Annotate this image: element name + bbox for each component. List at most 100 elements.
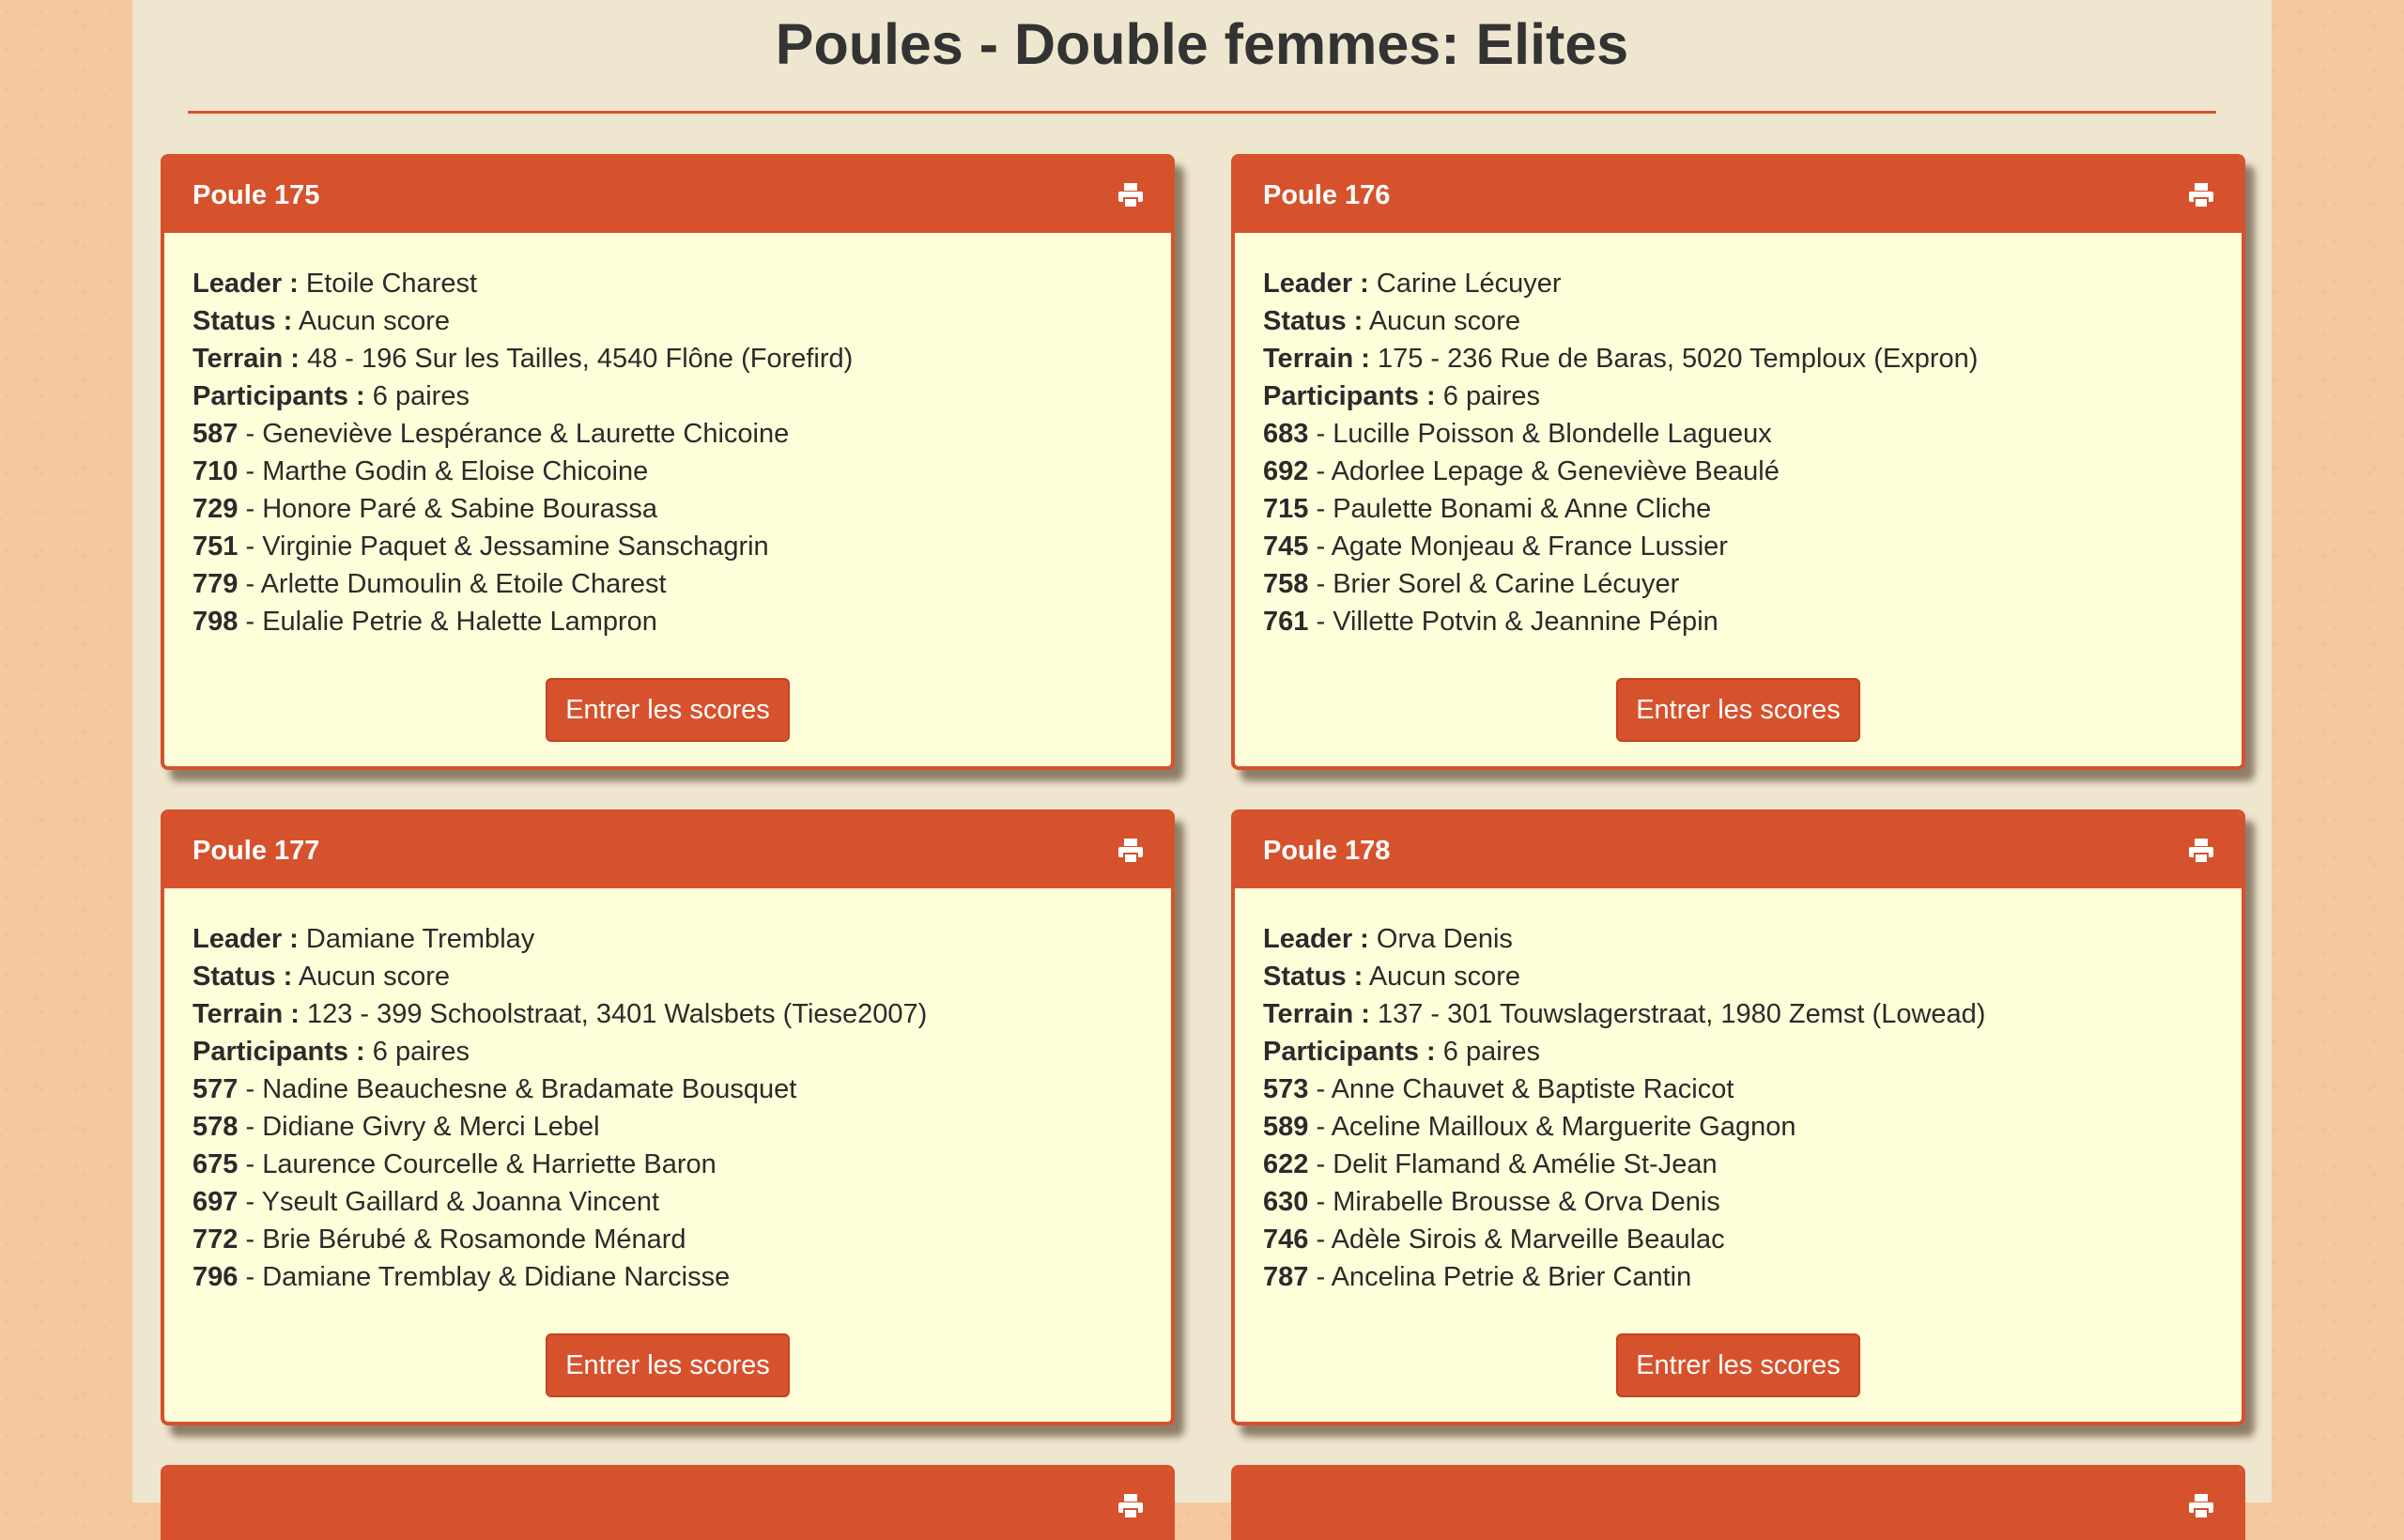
pair-item: 710 - Marthe Godin & Eloise Chicoine bbox=[193, 453, 1171, 490]
status-value: Aucun score bbox=[298, 962, 451, 992]
pair-item: 746 - Adèle Sirois & Marveille Beaulac bbox=[1263, 1221, 2242, 1258]
pair-number: 683 bbox=[1263, 419, 1309, 449]
pair-separator: - bbox=[245, 1187, 255, 1217]
leader-label: Leader : bbox=[1263, 924, 1369, 954]
enter-scores-button[interactable]: Entrer les scores bbox=[546, 1333, 790, 1397]
pair-number: 729 bbox=[193, 494, 239, 524]
terrain-value: 175 - 236 Rue de Baras, 5020 Temploux (E… bbox=[1377, 344, 1979, 374]
pair-item: 578 - Didiane Givry & Merci Lebel bbox=[193, 1108, 1171, 1146]
leader-row: Leader : Damiane Tremblay bbox=[193, 920, 1171, 958]
pair-names: Brier Sorel & Carine Lécuyer bbox=[1333, 569, 1680, 599]
pair-number: 622 bbox=[1263, 1149, 1309, 1179]
pair-number: 692 bbox=[1263, 456, 1309, 486]
poule-card-body: Leader : Etoile Charest Status : Aucun s… bbox=[164, 233, 1171, 640]
pair-item: 587 - Geneviève Lespérance & Laurette Ch… bbox=[193, 415, 1171, 453]
pair-separator: - bbox=[1316, 456, 1326, 486]
pair-number: 573 bbox=[1263, 1074, 1309, 1104]
pair-separator: - bbox=[245, 494, 255, 524]
pair-names: Mirabelle Brousse & Orva Denis bbox=[1333, 1187, 1720, 1217]
participants-value: 6 paires bbox=[372, 1037, 470, 1067]
pair-separator: - bbox=[1316, 1112, 1326, 1142]
terrain-value: 48 - 196 Sur les Tailles, 4540 Flône (Fo… bbox=[306, 344, 854, 374]
print-icon[interactable] bbox=[1117, 1492, 1145, 1520]
pair-separator: - bbox=[1316, 1074, 1326, 1104]
pair-item: 745 - Agate Monjeau & France Lussier bbox=[1263, 528, 2242, 565]
status-value: Aucun score bbox=[1368, 306, 1521, 336]
leader-label: Leader : bbox=[1263, 269, 1369, 299]
pair-names: Adorlee Lepage & Geneviève Beaulé bbox=[1331, 456, 1780, 486]
pair-number: 779 bbox=[193, 569, 239, 599]
terrain-row: Terrain : 137 - 301 Touwslagerstraat, 19… bbox=[1263, 995, 2242, 1033]
enter-scores-button[interactable]: Entrer les scores bbox=[1616, 678, 1860, 742]
pair-item: 577 - Nadine Beauchesne & Bradamate Bous… bbox=[193, 1070, 1171, 1108]
poule-card: Poule 176 Leader : Carine Lécuyer Status… bbox=[1231, 154, 2245, 770]
page-title: Poules - Double femmes: Elites bbox=[775, 12, 1629, 76]
poule-card-header: Poule 175 bbox=[164, 158, 1171, 233]
title-divider bbox=[188, 111, 2216, 114]
enter-scores-button[interactable]: Entrer les scores bbox=[546, 678, 790, 742]
pair-separator: - bbox=[1316, 569, 1326, 599]
pair-separator: - bbox=[1316, 419, 1326, 449]
leader-row: Leader : Carine Lécuyer bbox=[1263, 265, 2242, 302]
pair-number: 787 bbox=[1263, 1262, 1309, 1292]
poule-card-body: Leader : Orva Denis Status : Aucun score… bbox=[1235, 888, 2242, 1296]
leader-label: Leader : bbox=[193, 924, 299, 954]
status-value: Aucun score bbox=[1368, 962, 1521, 992]
pair-number: 578 bbox=[193, 1112, 239, 1142]
participants-value: 6 paires bbox=[1442, 381, 1540, 411]
enter-scores-button[interactable]: Entrer les scores bbox=[1616, 1333, 1860, 1397]
pair-names: Aceline Mailloux & Marguerite Gagnon bbox=[1331, 1112, 1796, 1142]
status-value: Aucun score bbox=[298, 306, 451, 336]
participants-row: Participants : 6 paires bbox=[193, 377, 1171, 415]
pair-item: 761 - Villette Potvin & Jeannine Pépin bbox=[1263, 603, 2242, 640]
pair-separator: - bbox=[245, 531, 255, 562]
pair-names: Geneviève Lespérance & Laurette Chicoine bbox=[262, 419, 790, 449]
page-container: Poules - Double femmes: Elites Poule 175… bbox=[132, 0, 2272, 1540]
terrain-row: Terrain : 48 - 196 Sur les Tailles, 4540… bbox=[193, 340, 1171, 377]
pair-item: 630 - Mirabelle Brousse & Orva Denis bbox=[1263, 1183, 2242, 1221]
print-icon[interactable] bbox=[1117, 837, 1145, 865]
print-icon[interactable] bbox=[1117, 181, 1145, 209]
pair-number: 798 bbox=[193, 607, 239, 637]
print-icon[interactable] bbox=[2187, 837, 2215, 865]
pair-item: 751 - Virginie Paquet & Jessamine Sansch… bbox=[193, 528, 1171, 565]
pair-number: 697 bbox=[193, 1187, 239, 1217]
pair-number: 675 bbox=[193, 1149, 239, 1179]
pair-separator: - bbox=[245, 419, 255, 449]
poule-card-header: Poule 176 bbox=[1235, 158, 2242, 233]
terrain-label: Terrain : bbox=[193, 999, 300, 1029]
print-icon[interactable] bbox=[2187, 181, 2215, 209]
pair-item: 573 - Anne Chauvet & Baptiste Racicot bbox=[1263, 1070, 2242, 1108]
pair-item: 683 - Lucille Poisson & Blondelle Lagueu… bbox=[1263, 415, 2242, 453]
pair-names: Damiane Tremblay & Didiane Narcisse bbox=[262, 1262, 731, 1292]
poule-card-partial-right bbox=[1231, 1465, 2245, 1540]
pair-item: 798 - Eulalie Petrie & Halette Lampron bbox=[193, 603, 1171, 640]
pair-item: 697 - Yseult Gaillard & Joanna Vincent bbox=[193, 1183, 1171, 1221]
pair-names: Didiane Givry & Merci Lebel bbox=[262, 1112, 600, 1142]
print-icon[interactable] bbox=[2187, 1492, 2215, 1520]
poule-card-header: Poule 177 bbox=[164, 813, 1171, 888]
pair-list: 573 - Anne Chauvet & Baptiste Racicot 58… bbox=[1263, 1070, 2242, 1296]
pair-number: 772 bbox=[193, 1224, 239, 1255]
pair-names: Adèle Sirois & Marveille Beaulac bbox=[1331, 1224, 1725, 1255]
poule-card: Poule 175 Leader : Etoile Charest Status… bbox=[161, 154, 1175, 770]
pair-separator: - bbox=[1316, 1149, 1326, 1179]
participants-value: 6 paires bbox=[372, 381, 470, 411]
poule-card-header bbox=[1235, 1469, 2242, 1540]
poule-title: Poule 176 bbox=[1263, 179, 1391, 210]
poule-title: Poule 177 bbox=[193, 835, 320, 866]
pair-separator: - bbox=[1316, 1262, 1326, 1292]
pair-separator: - bbox=[245, 1149, 255, 1179]
poule-card-partial-left bbox=[161, 1465, 1175, 1540]
pair-item: 715 - Paulette Bonami & Anne Cliche bbox=[1263, 490, 2242, 528]
leader-value: Orva Denis bbox=[1376, 924, 1513, 954]
pair-item: 758 - Brier Sorel & Carine Lécuyer bbox=[1263, 565, 2242, 603]
poule-card-body: Leader : Carine Lécuyer Status : Aucun s… bbox=[1235, 233, 2242, 640]
pair-names: Arlette Dumoulin & Etoile Charest bbox=[260, 569, 667, 599]
pair-names: Yseult Gaillard & Joanna Vincent bbox=[261, 1187, 660, 1217]
participants-label: Participants : bbox=[1263, 1037, 1436, 1067]
pair-names: Paulette Bonami & Anne Cliche bbox=[1333, 494, 1712, 524]
pair-separator: - bbox=[245, 1112, 255, 1142]
terrain-value: 137 - 301 Touwslagerstraat, 1980 Zemst (… bbox=[1377, 999, 1986, 1029]
pair-names: Ancelina Petrie & Brier Cantin bbox=[1331, 1262, 1692, 1292]
